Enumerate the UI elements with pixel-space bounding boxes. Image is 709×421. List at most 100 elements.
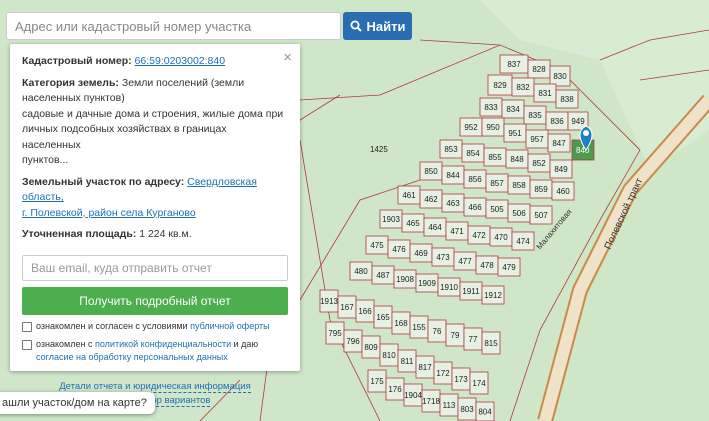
search-button-label: Найти bbox=[366, 18, 406, 34]
parcel-label: 175 bbox=[370, 377, 384, 386]
area-value: 1 224 кв.м. bbox=[139, 228, 192, 240]
parcel-label: 155 bbox=[412, 323, 426, 332]
parcel-label: 470 bbox=[494, 233, 508, 242]
privacy-consent-text: ознакомлен с bbox=[36, 338, 93, 349]
parcel-label: 856 bbox=[468, 175, 482, 184]
parcel-label: 460 bbox=[556, 187, 570, 196]
privacy-consent-row: ознакомлен с политикой конфиденциальност… bbox=[22, 338, 288, 364]
parcel-label: 166 bbox=[358, 307, 372, 316]
cadastral-number-label: Кадастровый номер: bbox=[22, 55, 132, 67]
parcel-label: 480 bbox=[354, 267, 368, 276]
parcel-label: 1909 bbox=[418, 279, 436, 288]
parcel-label: 478 bbox=[480, 261, 494, 270]
parcel-label: 1718 bbox=[422, 397, 440, 406]
land-category-value-4: личных подсобных хозяйствах в границах н… bbox=[22, 123, 227, 151]
personal-data-consent-link[interactable]: согласие на обработку персональных данны… bbox=[36, 352, 228, 362]
offer-consent-row: ознакомлен и согласен с условиями публич… bbox=[22, 320, 288, 333]
parcel-label: 844 bbox=[446, 171, 460, 180]
parcel-label: 810 bbox=[382, 351, 396, 360]
get-report-button[interactable]: Получить подробный отчет bbox=[22, 286, 288, 315]
land-category-value-3: садовые и дачные дома и строения, жилые … bbox=[22, 107, 284, 120]
parcel-label: 848 bbox=[510, 155, 524, 164]
parcel-label: 1913 bbox=[320, 297, 338, 306]
parcel-label: 113 bbox=[443, 401, 456, 410]
address-label: Земельный участок по адресу: bbox=[22, 175, 185, 188]
parcel-label: 832 bbox=[516, 83, 530, 92]
cadastral-number-link[interactable]: 66:59:0203002:840 bbox=[135, 55, 226, 67]
land-category-value-5: пунктов... bbox=[22, 154, 69, 166]
parcel-label: 834 bbox=[506, 105, 520, 114]
privacy-consent-rest: и даю bbox=[233, 338, 259, 349]
close-icon[interactable]: × bbox=[283, 49, 292, 66]
parcel-label: 804 bbox=[478, 408, 492, 417]
land-category-value-2: населенных пунктов) bbox=[22, 92, 125, 104]
parcel-label: 796 bbox=[346, 337, 360, 346]
parcel-label: 809 bbox=[364, 343, 378, 352]
parcel-label: 853 bbox=[444, 145, 458, 154]
parcel-label: 838 bbox=[560, 95, 574, 104]
land-category-value-1: Земли поселений (земли bbox=[121, 76, 245, 89]
parcel-label: 1912 bbox=[484, 291, 502, 300]
parcel-label: 1903 bbox=[382, 215, 400, 224]
parcel-label: 77 bbox=[469, 335, 478, 344]
parcel-label: 850 bbox=[424, 167, 438, 176]
parcel-label: 830 bbox=[553, 72, 567, 81]
parcel-label: 835 bbox=[528, 111, 542, 120]
search-box[interactable] bbox=[6, 12, 341, 40]
parcel-label: 811 bbox=[401, 357, 414, 366]
parcel-label: 79 bbox=[451, 331, 460, 340]
parcel-label: 852 bbox=[532, 159, 546, 168]
parcel-label: 957 bbox=[530, 135, 544, 144]
parcel-label: 1911 bbox=[462, 287, 480, 296]
parcel-label: 1908 bbox=[396, 275, 414, 284]
parcel-label: 479 bbox=[502, 263, 516, 272]
offer-checkbox[interactable] bbox=[22, 321, 32, 332]
parcel-label: 76 bbox=[433, 327, 442, 336]
parcel-label: 469 bbox=[414, 249, 428, 258]
parcel-label: 463 bbox=[446, 199, 460, 208]
parcel-label: 829 bbox=[493, 81, 507, 90]
parcel-label: 466 bbox=[468, 203, 482, 212]
parcel-label: 472 bbox=[472, 231, 486, 240]
parcel-label: 858 bbox=[512, 181, 526, 190]
parcel-label: 951 bbox=[508, 129, 522, 138]
parcel-label: 174 bbox=[472, 379, 486, 388]
search-button[interactable]: Найти bbox=[343, 12, 412, 40]
parcel-label: 464 bbox=[428, 223, 442, 232]
report-details-link[interactable]: Детали отчета и юридическая информация bbox=[59, 380, 251, 393]
parcel-label: 176 bbox=[388, 385, 402, 394]
address-link-2[interactable]: г. Полевской, район села Курганово bbox=[22, 207, 196, 219]
parcel-label: 855 bbox=[488, 153, 502, 162]
email-input[interactable] bbox=[23, 255, 287, 280]
land-category-label: Категория земель: bbox=[22, 76, 119, 89]
parcel-label: 952 bbox=[464, 123, 478, 132]
parcel-label: 487 bbox=[376, 271, 390, 280]
search-input[interactable] bbox=[7, 13, 340, 39]
parcel-label: 167 bbox=[340, 303, 354, 312]
parcel-label: 505 bbox=[490, 205, 504, 214]
parcel-label: 172 bbox=[436, 369, 450, 378]
parcel-label: 837 bbox=[507, 60, 521, 69]
parcel-label: 849 bbox=[554, 165, 568, 174]
parcel-label: 817 bbox=[418, 363, 432, 372]
parcel-label: 473 bbox=[436, 253, 450, 262]
parcel-label: 1904 bbox=[404, 391, 422, 400]
parcel-label: 795 bbox=[328, 329, 342, 338]
parcel-label: 471 bbox=[450, 227, 464, 236]
privacy-checkbox[interactable] bbox=[22, 339, 32, 350]
parcel-label: 461 bbox=[402, 191, 416, 200]
email-field[interactable] bbox=[22, 254, 288, 281]
privacy-policy-link[interactable]: политикой конфиденциальности bbox=[95, 339, 231, 349]
parcel-label: 474 bbox=[516, 237, 530, 246]
parcel-label: 950 bbox=[486, 123, 500, 132]
offer-consent-text: ознакомлен и согласен с условиями bbox=[36, 320, 188, 331]
public-offer-link[interactable]: публичной оферты bbox=[190, 321, 270, 331]
parcel-label: 828 bbox=[532, 65, 546, 74]
parcel-label: 173 bbox=[454, 375, 468, 384]
parcel-label: 506 bbox=[512, 209, 526, 218]
found-parcel-bubble[interactable]: ашли участок/дом на карте? bbox=[0, 392, 155, 414]
parcel-label: 803 bbox=[460, 405, 474, 414]
parcel-label: 815 bbox=[484, 339, 498, 348]
area-label: Уточненная площадь: bbox=[22, 228, 137, 240]
parcel-label: 847 bbox=[552, 139, 566, 148]
